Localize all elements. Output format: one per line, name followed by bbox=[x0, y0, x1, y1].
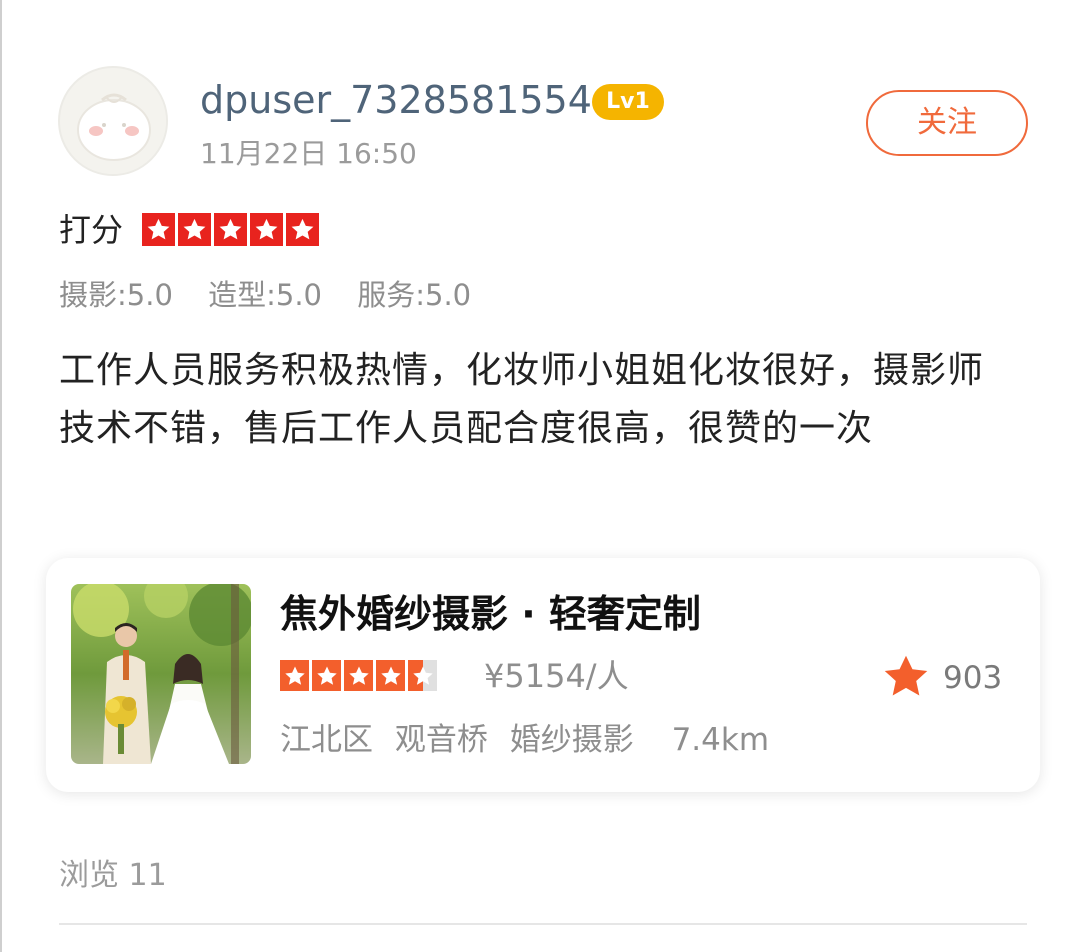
rating-label: 打分 bbox=[59, 211, 124, 249]
star-icon bbox=[312, 660, 341, 691]
shop-price: ¥5154/人 bbox=[484, 657, 629, 695]
star-icon bbox=[142, 213, 175, 246]
shop-name[interactable]: 焦外婚纱摄影 · 轻奢定制 bbox=[280, 588, 701, 640]
star-icon bbox=[884, 655, 928, 696]
shop-meta: 江北区 观音桥 婚纱摄影 7.4km bbox=[280, 718, 781, 762]
review-page: dpuser_7328581554 Lv1 11月22日 16:50 关注 打分… bbox=[0, 0, 1080, 952]
username[interactable]: dpuser_7328581554 bbox=[200, 74, 592, 126]
divider bbox=[59, 923, 1027, 925]
shop-area: 观音桥 bbox=[394, 722, 488, 758]
sub-score-styling: 造型:5.0 bbox=[208, 278, 322, 312]
shop-stars bbox=[280, 660, 437, 691]
review-timestamp: 11月22日 16:50 bbox=[200, 137, 417, 170]
bun-avatar-icon bbox=[62, 70, 166, 174]
sub-score-photography: 摄影:5.0 bbox=[59, 278, 173, 312]
review-text: 工作人员服务积极热情，化妆师小姐姐化妆很好，摄影师技术不错，售后工作人员配合度很… bbox=[59, 350, 985, 449]
sub-scores: 摄影:5.0 造型:5.0 服务:5.0 bbox=[59, 274, 497, 316]
star-icon bbox=[286, 213, 319, 246]
star-icon bbox=[178, 213, 211, 246]
shop-card[interactable]: 焦外婚纱摄影 · 轻奢定制 ¥5154/人 903 江北区 观音桥 婚纱摄影 7… bbox=[46, 558, 1040, 792]
avatar[interactable] bbox=[58, 66, 168, 176]
level-badge: Lv1 bbox=[592, 84, 664, 120]
shop-favorite-count: 903 bbox=[943, 660, 1003, 696]
follow-button[interactable]: 关注 bbox=[866, 90, 1028, 156]
rating-stars bbox=[142, 213, 319, 246]
star-icon bbox=[280, 660, 309, 691]
star-icon bbox=[344, 660, 373, 691]
sub-score-service: 服务:5.0 bbox=[357, 278, 472, 312]
shop-district: 江北区 bbox=[280, 722, 373, 758]
star-icon bbox=[376, 660, 405, 691]
shop-thumbnail bbox=[71, 584, 251, 764]
star-icon bbox=[250, 213, 283, 246]
half-star-icon bbox=[408, 660, 437, 691]
shop-distance: 7.4km bbox=[671, 722, 770, 758]
shop-category: 婚纱摄影 bbox=[509, 722, 634, 758]
view-count: 浏览 11 bbox=[59, 858, 167, 893]
star-icon bbox=[214, 213, 247, 246]
